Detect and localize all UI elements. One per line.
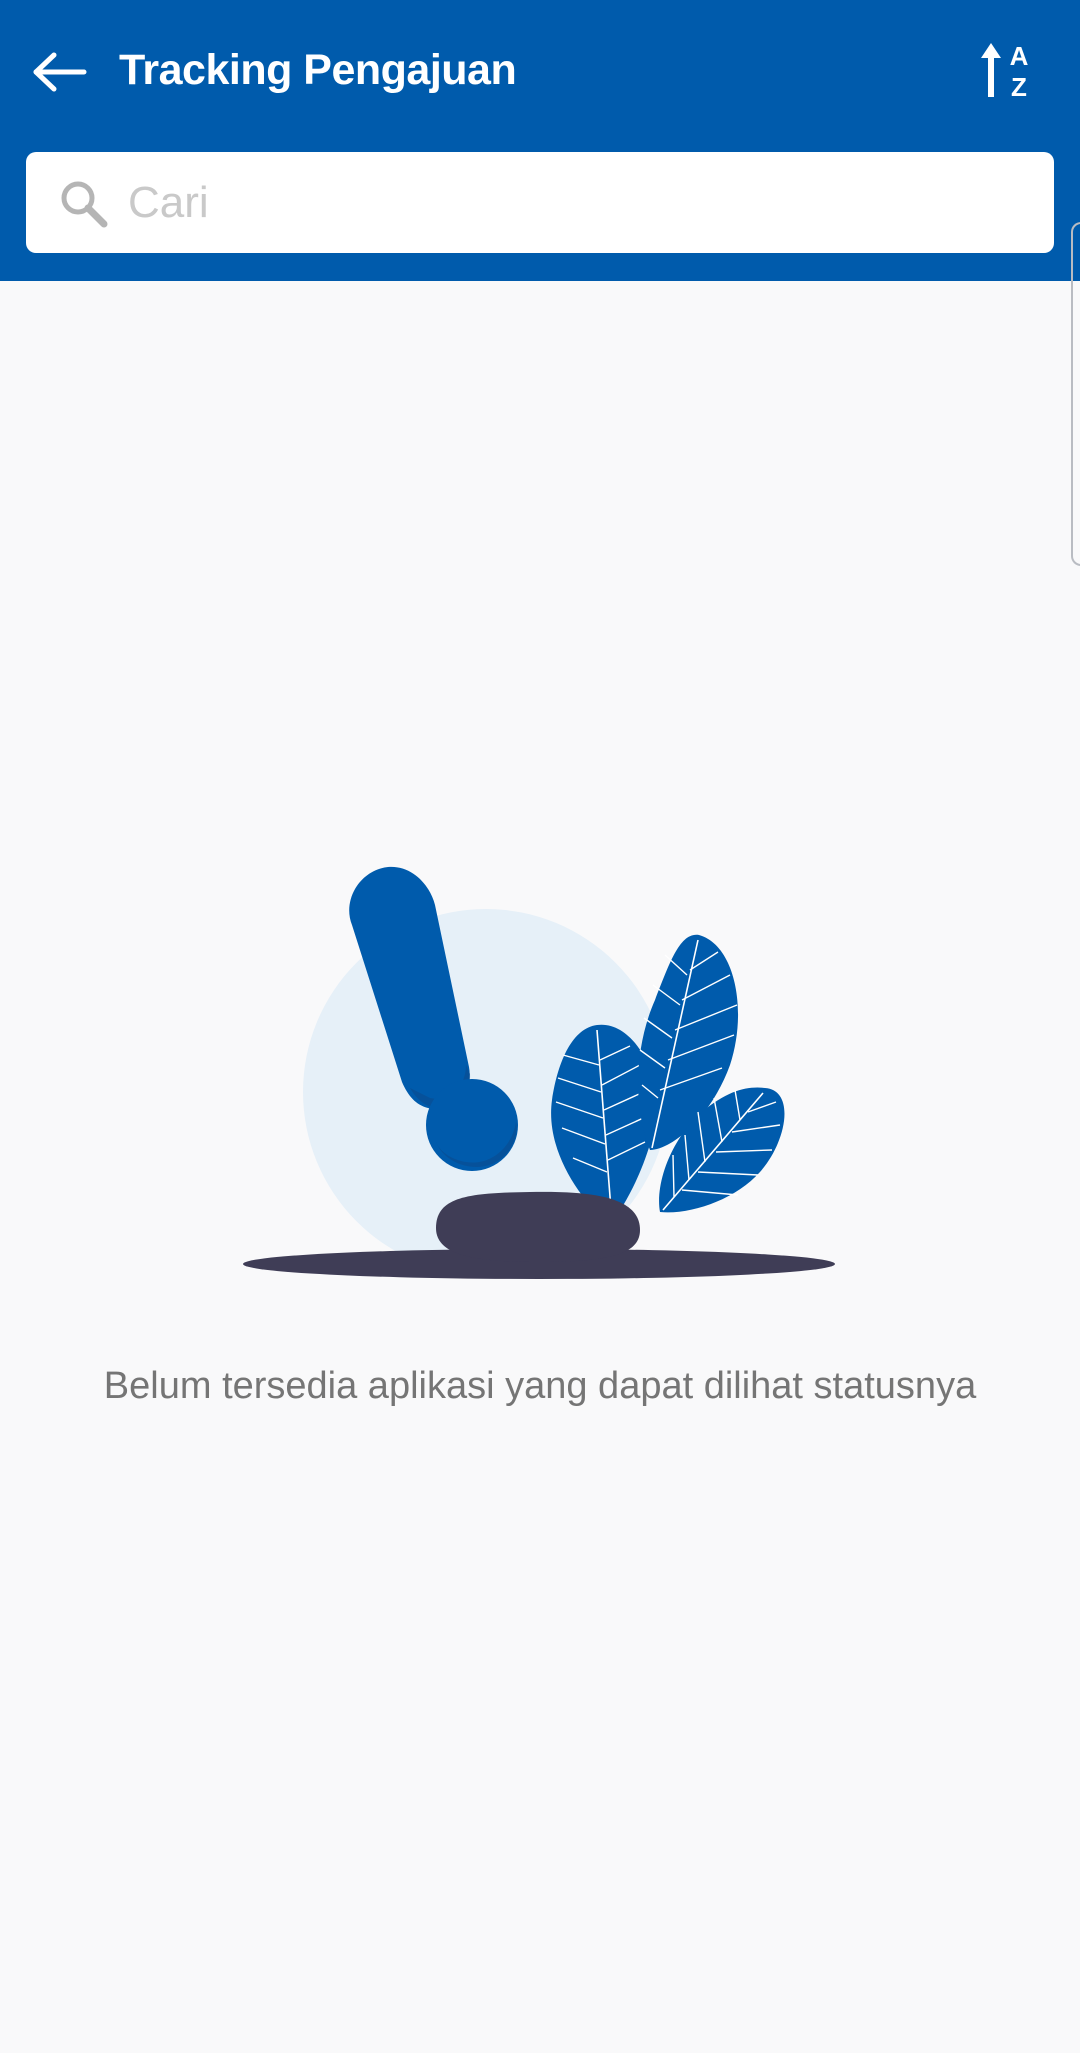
app-header: Tracking Pengajuan A Z — [0, 0, 1080, 281]
sort-letter-a: A — [1010, 41, 1029, 71]
empty-exclamation-leaves-illustration — [243, 866, 835, 1279]
rock-shape — [436, 1191, 640, 1262]
search-bar[interactable] — [26, 152, 1054, 253]
back-button[interactable] — [24, 36, 96, 108]
empty-state-message: Belum tersedia aplikasi yang dapat dilih… — [103, 1365, 977, 1407]
side-drawer-handle[interactable] — [1071, 222, 1080, 566]
sort-alpha-asc-icon: A Z — [981, 41, 1029, 101]
search-icon — [61, 181, 108, 228]
arrow-left-icon — [33, 52, 87, 92]
search-input[interactable] — [126, 166, 1030, 240]
sort-button[interactable]: A Z — [970, 32, 1048, 110]
sort-letter-z: Z — [1011, 72, 1027, 101]
page-title: Tracking Pengajuan — [119, 46, 517, 94]
app-screen: Tracking Pengajuan A Z Cari Belum tersed… — [0, 0, 1080, 2053]
